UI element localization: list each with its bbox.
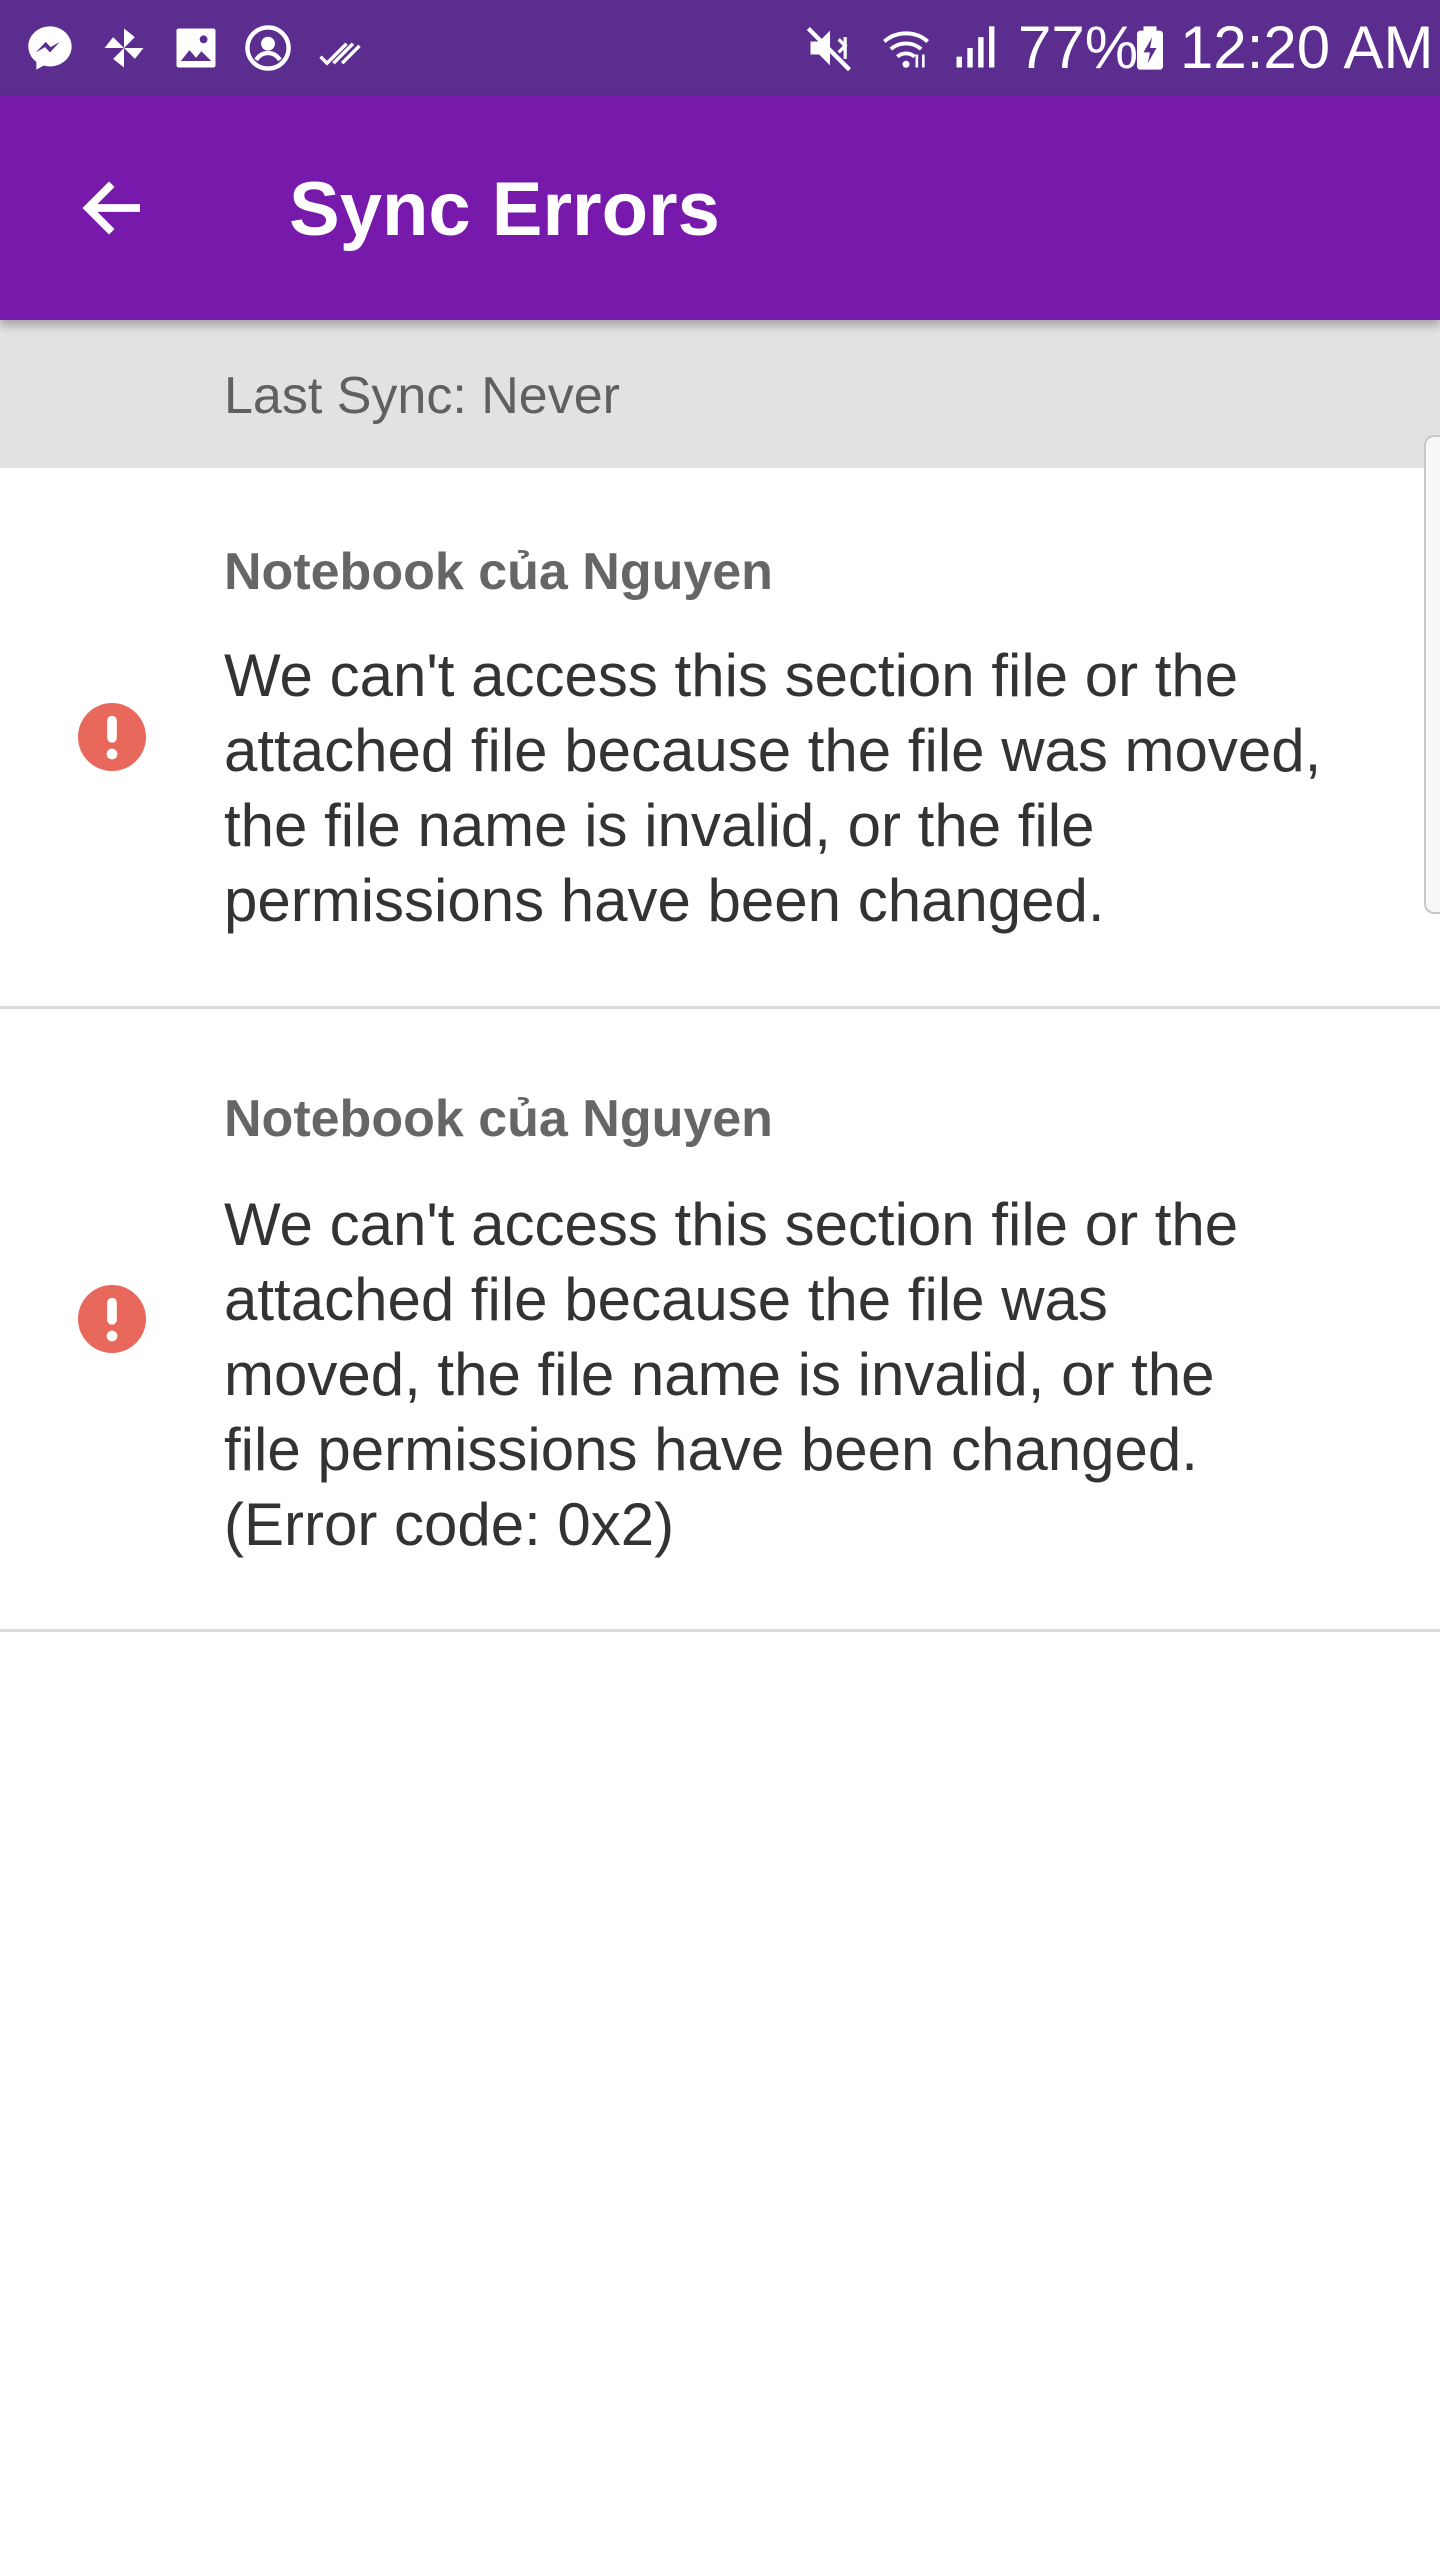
status-bar: 77% 12:20 AM (0, 0, 1440, 96)
messenger-icon (24, 22, 76, 74)
last-sync-banner: Last Sync: Never (0, 320, 1440, 468)
notebook-name: Notebook của Nguyen (224, 543, 773, 601)
back-arrow-icon (82, 181, 140, 235)
battery-percent: 77% (1018, 14, 1139, 81)
account-icon (242, 22, 294, 74)
wifi-icon (880, 22, 932, 74)
last-sync-text: Last Sync: Never (224, 367, 620, 425)
sync-error-item[interactable]: Notebook của Nguyen We can't access this… (0, 468, 1440, 1009)
sync-error-item[interactable]: Notebook của Nguyen We can't access this… (0, 1009, 1440, 1632)
signal-icon (950, 22, 1002, 74)
notebook-name: Notebook của Nguyen (224, 1090, 773, 1148)
error-icon (78, 703, 146, 771)
app-bar: Sync Errors (0, 96, 1440, 320)
pinwheel-icon (98, 22, 150, 74)
back-button[interactable] (52, 160, 172, 256)
error-message: We can't access this section file or the… (224, 642, 1322, 934)
error-message: We can't access this section file or the… (224, 1191, 1239, 1558)
checkmarks-icon (314, 22, 366, 74)
page-title: Sync Errors (289, 167, 720, 252)
battery-icon (1124, 22, 1176, 74)
clock: 12:20 AM (1180, 14, 1434, 81)
scrollbar[interactable] (1424, 435, 1440, 914)
gallery-icon (170, 22, 222, 74)
error-icon (78, 1285, 146, 1353)
mute-icon (804, 22, 856, 74)
